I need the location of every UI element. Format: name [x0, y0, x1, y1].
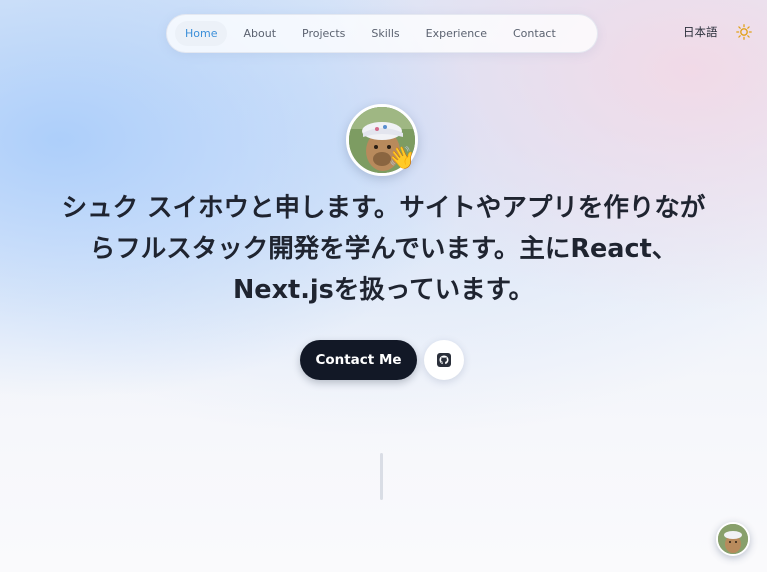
- github-icon: [437, 353, 451, 367]
- hero-headline: シュク スイホウと申します。サイトやアプリを作りながらフルスタック開発を学んでい…: [60, 188, 707, 311]
- nav-home[interactable]: Home: [175, 21, 228, 46]
- nav-contact[interactable]: Contact: [503, 21, 566, 46]
- nav-about[interactable]: About: [233, 21, 286, 46]
- waving-hand-emoji: 👋: [388, 146, 416, 171]
- headline-name: シュク スイホウと申します。: [61, 193, 400, 223]
- sun-icon: [736, 24, 752, 40]
- language-switch[interactable]: 日本語: [683, 24, 718, 40]
- github-button[interactable]: [424, 340, 464, 380]
- hero-avatar: 👋: [346, 104, 418, 176]
- floating-chat-avatar[interactable]: [716, 522, 750, 556]
- nav-skills[interactable]: Skills: [361, 21, 409, 46]
- scroll-indicator: [380, 453, 383, 500]
- nav-experience[interactable]: Experience: [416, 21, 497, 46]
- contact-me-button[interactable]: Contact Me: [300, 340, 417, 380]
- theme-toggle-button[interactable]: [736, 24, 752, 40]
- main-nav: Home About Projects Skills Experience Co…: [166, 14, 598, 53]
- nav-projects[interactable]: Projects: [292, 21, 355, 46]
